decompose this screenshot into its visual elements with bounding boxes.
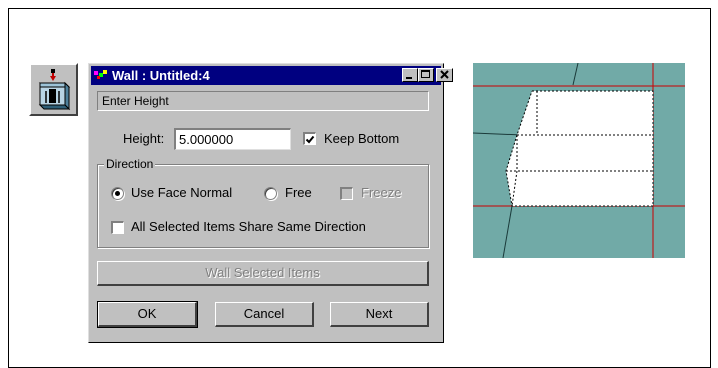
viewport-scene — [473, 63, 685, 258]
grid-line — [473, 132, 524, 136]
keep-bottom-checkbox[interactable] — [303, 132, 316, 145]
minimize-button[interactable] — [402, 68, 418, 82]
ok-button[interactable]: OK — [97, 301, 198, 328]
wall-dialog: Wall : Untitled:4 Enter Height Height: 5… — [88, 63, 453, 343]
3d-viewport[interactable] — [473, 63, 685, 258]
app-title-icon — [94, 69, 108, 81]
freeze-checkbox[interactable] — [340, 187, 353, 200]
wall-block — [506, 91, 653, 206]
share-direction-label: All Selected Items Share Same Direction — [131, 219, 366, 234]
direction-group: Direction — [97, 157, 429, 248]
checkmark-icon — [305, 135, 315, 144]
height-input[interactable]: 5.000000 — [174, 128, 291, 150]
grid-line — [502, 205, 513, 258]
next-button[interactable]: Next — [330, 302, 429, 327]
cancel-button[interactable]: Cancel — [215, 302, 314, 327]
free-label: Free — [285, 185, 312, 200]
radio-selected-dot — [115, 191, 120, 196]
close-button[interactable] — [436, 68, 453, 82]
free-radio[interactable] — [264, 187, 277, 200]
dialog-titlebar[interactable]: Wall : Untitled:4 — [91, 66, 453, 85]
direction-group-label: Direction — [104, 157, 156, 171]
minimize-icon — [406, 77, 412, 79]
prompt-text: Enter Height — [97, 91, 429, 111]
dialog-title: Wall : Untitled:4 — [112, 68, 210, 83]
freeze-label: Freeze — [361, 185, 402, 200]
grid-line — [572, 63, 579, 86]
use-face-normal-label: Use Face Normal — [131, 185, 233, 200]
height-label: Height: — [123, 131, 165, 146]
wall-tool-icon[interactable] — [29, 63, 78, 116]
maximize-icon — [421, 70, 430, 78]
maximize-button[interactable] — [418, 68, 434, 82]
close-icon — [440, 70, 449, 79]
keep-bottom-label: Keep Bottom — [324, 131, 400, 146]
wall-selected-items-button[interactable]: Wall Selected Items — [97, 261, 429, 286]
use-face-normal-radio[interactable] — [111, 187, 124, 200]
share-direction-checkbox[interactable] — [111, 221, 124, 234]
